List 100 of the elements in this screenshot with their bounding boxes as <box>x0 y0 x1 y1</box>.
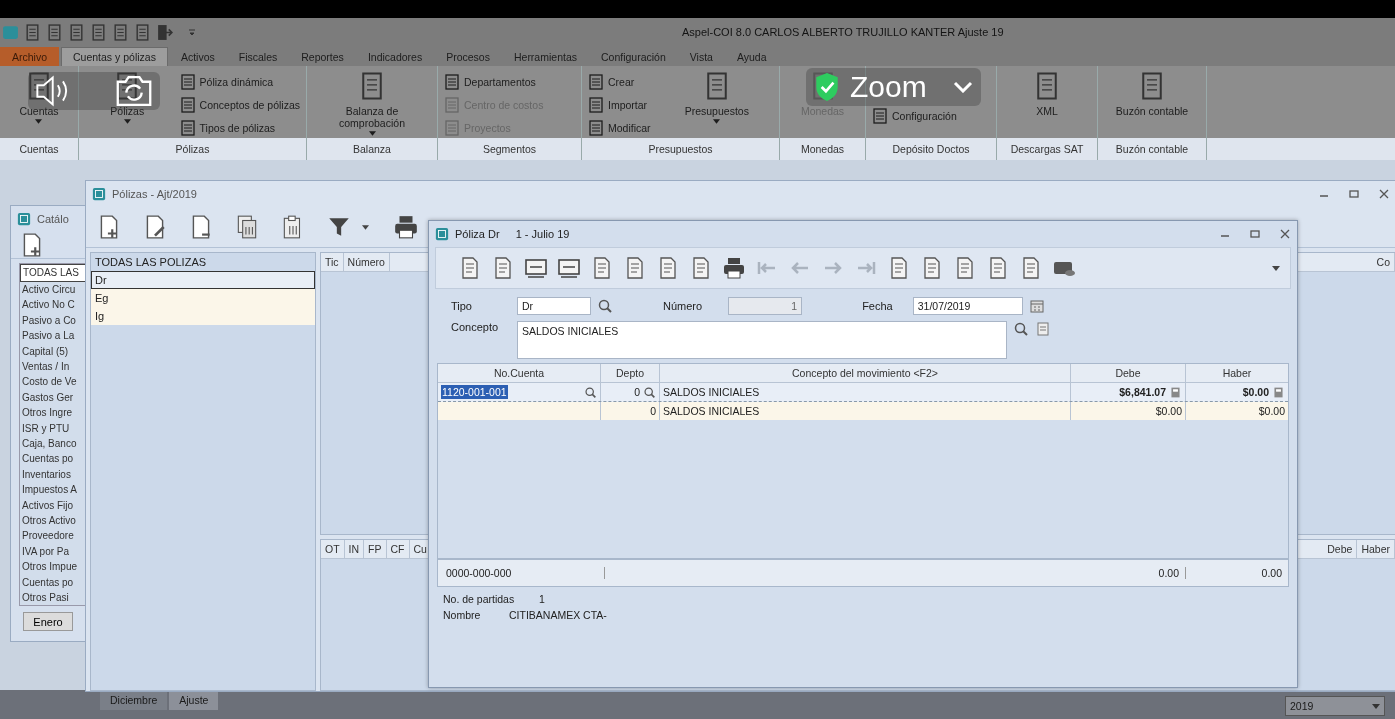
toolbar-document-icon[interactable] <box>90 23 107 41</box>
search-icon[interactable] <box>643 385 656 399</box>
account-list-item[interactable]: Proveedore <box>20 528 88 544</box>
ribbon-tab[interactable]: Cuentas y pólizas <box>61 47 168 66</box>
printer-icon[interactable] <box>393 214 419 240</box>
column-header[interactable]: Tic <box>321 253 344 271</box>
ribbon-button[interactable]: Cuentas <box>16 105 62 124</box>
period-tab[interactable]: Ajuste <box>169 690 219 710</box>
ribbon-button[interactable]: Pólizas <box>107 105 148 124</box>
ribbon-menu-item[interactable]: Configuración <box>870 105 959 126</box>
numero-field[interactable]: 1 <box>728 297 803 315</box>
ribbon-tab[interactable]: Activos <box>169 47 226 66</box>
toolbar-document-icon[interactable] <box>24 23 41 41</box>
toolbar-document-icon[interactable] <box>46 23 63 41</box>
column-header[interactable]: Debe <box>1323 540 1358 558</box>
account-list-item[interactable]: Otros Ingre <box>20 405 88 421</box>
restore-icon[interactable] <box>1249 228 1261 240</box>
account-list-item[interactable]: Pasivo a La <box>20 328 88 344</box>
ribbon-menu-item[interactable]: Modificar <box>586 117 653 138</box>
ribbon-tab[interactable]: Fiscales <box>227 47 289 66</box>
ribbon-tab[interactable]: Procesos <box>435 47 501 66</box>
toolbar-document-icon[interactable] <box>68 23 85 41</box>
toolbar-document-icon[interactable] <box>112 23 129 41</box>
restore-icon[interactable] <box>1348 188 1360 200</box>
account-list-item[interactable]: Activos Fijo <box>20 497 88 513</box>
column-header[interactable]: CF <box>386 540 410 558</box>
close-icon[interactable] <box>1279 228 1291 240</box>
account-list-item[interactable]: ISR y PTU <box>20 420 88 436</box>
monitor-icon[interactable] <box>524 256 548 280</box>
ribbon-menu-item[interactable]: Crear <box>586 71 653 92</box>
account-list-item[interactable]: Caja, Banco <box>20 435 88 452</box>
ribbon-tab[interactable]: Ayuda <box>725 47 778 66</box>
printer-icon[interactable] <box>722 256 746 280</box>
ribbon-menu-item[interactable]: Conceptos de pólizas <box>177 94 302 115</box>
account-list-item[interactable]: Cuentas po <box>20 574 88 590</box>
movement-row[interactable]: 1120-001-001 0 SALDOS INICIALES $6,841.07 $0.00 <box>438 383 1288 402</box>
ribbon-tab[interactable]: Configuración <box>590 47 677 66</box>
concepto-field[interactable]: SALDOS INICIALES <box>517 321 1007 359</box>
ribbon-tab[interactable]: Reportes <box>290 47 355 66</box>
toolbar-document-icon[interactable] <box>134 23 151 41</box>
calculator-icon[interactable] <box>1169 385 1182 399</box>
account-list-item[interactable]: Costo de Ve <box>20 374 88 390</box>
column-header[interactable]: Debe <box>1071 364 1186 382</box>
account-list-item[interactable]: Capital (5) <box>20 343 88 359</box>
month-button[interactable]: Enero <box>23 612 73 631</box>
ribbon-menu-item[interactable]: Póliza dinámica <box>177 71 302 92</box>
column-header[interactable]: Haber <box>1186 364 1288 382</box>
column-header[interactable]: Depto <box>601 364 660 382</box>
ribbon-tab[interactable]: Indicadores <box>356 47 434 66</box>
account-list-item[interactable]: Otros Pasi <box>20 590 88 606</box>
policy-type-item[interactable]: Eg <box>91 289 315 307</box>
policy-type-item[interactable]: Ig <box>91 307 315 325</box>
column-header[interactable]: OT <box>321 540 345 558</box>
account-list-item[interactable]: Inventarios <box>20 466 88 483</box>
ribbon-button[interactable]: Balanza de comprobación <box>311 105 433 136</box>
policy-type-item[interactable]: Dr <box>91 271 315 289</box>
column-header[interactable]: No.Cuenta <box>438 364 601 382</box>
rotate-camera-icon[interactable] <box>114 74 154 108</box>
account-list-item[interactable]: Gastos Ger <box>20 389 88 406</box>
account-list-item[interactable]: TODAS LAS <box>20 264 88 282</box>
column-header[interactable]: IN <box>344 540 365 558</box>
ribbon-button[interactable]: XML <box>1033 105 1061 117</box>
ribbon-menu-item[interactable]: Importar <box>586 94 653 115</box>
ribbon-tab[interactable]: Herramientas <box>502 47 588 66</box>
monitor-icon[interactable] <box>557 256 581 280</box>
search-icon[interactable] <box>597 298 613 314</box>
account-list-item[interactable]: Ventas / In <box>20 358 88 375</box>
column-header[interactable]: Concepto del movimiento <F2> <box>660 364 1071 382</box>
account-list-item[interactable]: Impuestos A <box>20 482 88 498</box>
calendar-icon[interactable] <box>1028 298 1045 314</box>
customize-caret-icon[interactable] <box>188 28 196 36</box>
ribbon-menu-item[interactable]: Departamentos <box>442 71 546 92</box>
movement-row[interactable]: 0 SALDOS INICIALES $0.00 $0.00 <box>438 402 1288 420</box>
exit-icon[interactable] <box>156 23 173 41</box>
ribbon-button[interactable]: Presupuestos <box>681 105 752 124</box>
search-icon[interactable] <box>584 385 597 399</box>
ribbon-button[interactable]: Buzón contable <box>1112 105 1192 117</box>
column-header[interactable]: Co <box>1306 253 1395 271</box>
caret-icon[interactable] <box>1272 265 1280 271</box>
calculator-icon[interactable] <box>1272 385 1285 399</box>
account-list-item[interactable]: Cuentas po <box>20 451 88 467</box>
caret-icon[interactable] <box>362 224 369 230</box>
tipo-field[interactable]: Dr <box>517 297 591 315</box>
column-header[interactable]: Haber <box>1357 540 1395 558</box>
search-icon[interactable] <box>1013 321 1029 337</box>
ribbon-tab[interactable]: Vista <box>678 47 724 66</box>
period-tab[interactable]: Diciembre <box>100 690 168 710</box>
account-list-item[interactable]: Activo No C <box>20 297 88 313</box>
year-dropdown[interactable]: 2019 <box>1285 696 1385 716</box>
close-icon[interactable] <box>1378 188 1390 200</box>
column-header[interactable]: Número <box>343 253 390 271</box>
chevron-down-icon[interactable] <box>952 81 973 93</box>
date-field[interactable]: 31/07/2019 <box>912 297 1023 315</box>
ribbon-menu-item[interactable]: Tipos de pólizas <box>177 117 302 138</box>
account-list-item[interactable]: IVA por Pa <box>20 543 88 560</box>
account-list-item[interactable]: Otros Impue <box>20 559 88 575</box>
policy-type-item[interactable]: TODAS LAS POLIZAS <box>91 253 315 271</box>
account-list-item[interactable]: Otros Activo <box>20 513 88 529</box>
account-list-item[interactable]: Activo Circu <box>20 281 88 298</box>
account-list-item[interactable]: Pasivo a Co <box>20 312 88 329</box>
